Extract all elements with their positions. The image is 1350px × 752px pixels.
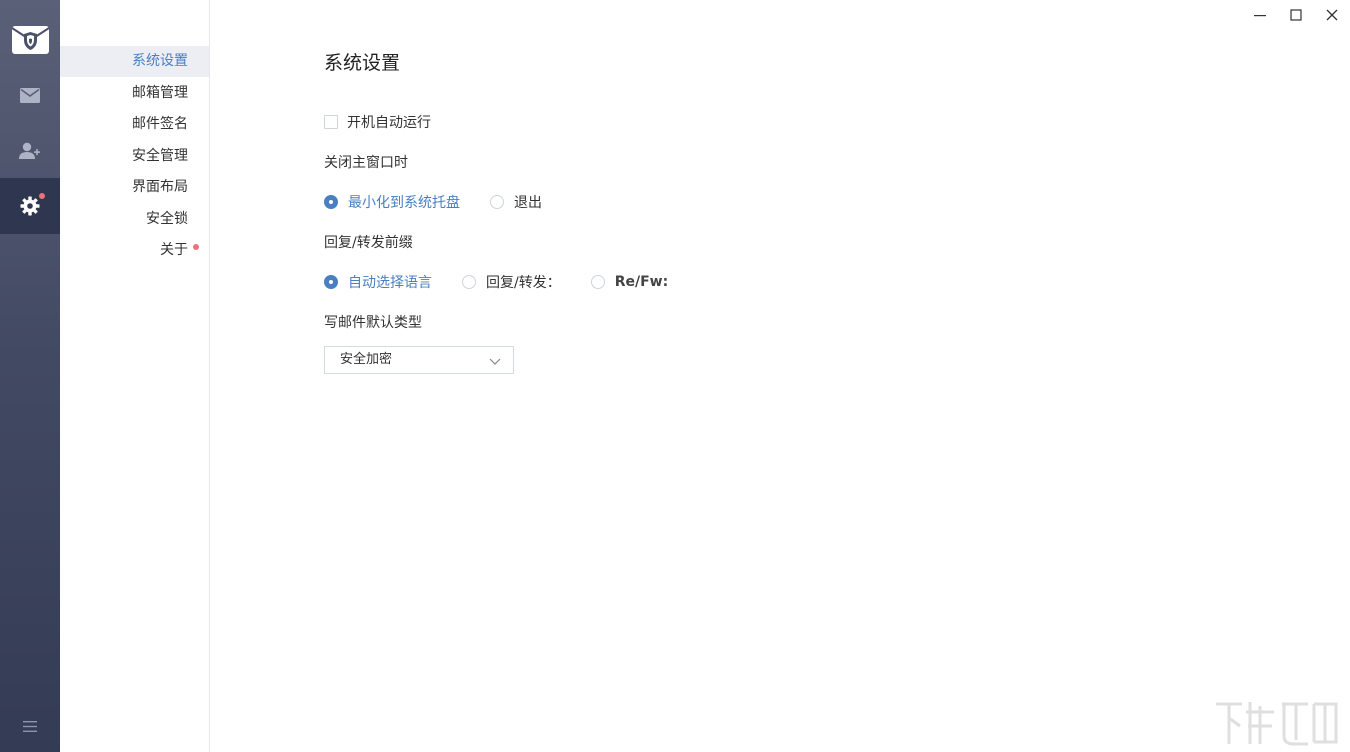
- maximize-button[interactable]: [1278, 0, 1314, 30]
- radio-label: 自动选择语言: [348, 275, 432, 291]
- default-type-select[interactable]: 安全加密: [324, 346, 514, 374]
- radio-exit[interactable]: 退出: [490, 192, 542, 212]
- radio-button[interactable]: [590, 275, 605, 289]
- maximize-icon: [1290, 9, 1302, 21]
- radio-label: 回复/转发：: [486, 275, 561, 291]
- rail-contacts-button[interactable]: [0, 123, 60, 179]
- autostart-checkbox[interactable]: [324, 115, 338, 129]
- autostart-label: 开机自动运行: [347, 115, 431, 131]
- envelope-icon: [20, 87, 40, 103]
- autostart-row[interactable]: 开机自动运行: [324, 112, 431, 132]
- nav-item-label: 安全管理: [132, 148, 188, 164]
- nav-item-interface-layout[interactable]: 界面布局: [60, 172, 209, 203]
- nav-item-label: 邮件签名: [132, 116, 188, 132]
- radio-minimize-to-tray[interactable]: 最小化到系统托盘: [324, 192, 460, 212]
- close-icon: [1326, 9, 1338, 21]
- rail-menu-button[interactable]: [0, 698, 60, 752]
- nav-item-label: 界面布局: [132, 179, 188, 195]
- page-title: 系统设置: [324, 52, 401, 74]
- nav-item-label: 安全锁: [146, 211, 188, 227]
- radio-label: 最小化到系统托盘: [348, 195, 460, 211]
- default-type-label: 写邮件默认类型: [324, 315, 422, 331]
- rail-mail-button[interactable]: [0, 67, 60, 123]
- icon-rail: [0, 0, 60, 752]
- app-window: 系统设置 邮箱管理 邮件签名 安全管理 界面布局 安全锁 关于 系统设置 开机自…: [0, 0, 1350, 752]
- nav-item-mailbox-management[interactable]: 邮箱管理: [60, 78, 209, 109]
- nav-item-label: 关于: [160, 242, 188, 258]
- rail-settings-button[interactable]: [0, 178, 60, 234]
- radio-button[interactable]: [490, 195, 504, 209]
- nav-item-mail-signature[interactable]: 邮件签名: [60, 109, 209, 140]
- gear-icon: [20, 196, 40, 216]
- radio-label: Re/Fw:: [614, 274, 669, 290]
- close-button[interactable]: [1314, 0, 1350, 30]
- hamburger-menu-icon: [23, 720, 37, 732]
- reply-prefix-label: 回复/转发前缀: [324, 235, 413, 251]
- nav-item-system-settings[interactable]: 系统设置: [60, 46, 209, 77]
- nav-item-about[interactable]: 关于: [60, 235, 209, 266]
- radio-button[interactable]: [462, 275, 476, 289]
- close-window-label: 关闭主窗口时: [324, 155, 408, 171]
- radio-auto-language[interactable]: 自动选择语言: [324, 272, 432, 292]
- watermark-logo-icon: [1216, 702, 1338, 746]
- about-badge-dot: [193, 244, 199, 250]
- settings-badge-dot: [39, 193, 45, 199]
- settings-nav: 系统设置 邮箱管理 邮件签名 安全管理 界面布局 安全锁 关于: [60, 0, 210, 752]
- reply-prefix-options: 自动选择语言 回复/转发： Re/Fw:: [324, 272, 698, 292]
- radio-button[interactable]: [324, 195, 338, 209]
- radio-label: 退出: [514, 195, 542, 211]
- radio-chinese-prefix[interactable]: 回复/转发：: [462, 272, 561, 292]
- nav-item-security-management[interactable]: 安全管理: [60, 141, 209, 172]
- minimize-icon: [1254, 15, 1266, 17]
- minimize-button[interactable]: [1242, 0, 1278, 30]
- radio-re-fw[interactable]: Re/Fw:: [590, 274, 669, 290]
- radio-button[interactable]: [324, 275, 338, 289]
- nav-item-label: 系统设置: [132, 53, 188, 69]
- select-value: 安全加密: [340, 352, 393, 367]
- close-window-options: 最小化到系统托盘 退出: [324, 192, 572, 212]
- app-logo-icon: [12, 26, 49, 54]
- nav-item-label: 邮箱管理: [132, 85, 188, 101]
- nav-item-security-lock[interactable]: 安全锁: [60, 204, 209, 235]
- chevron-down-icon: [489, 358, 501, 365]
- add-contact-icon: [19, 142, 40, 159]
